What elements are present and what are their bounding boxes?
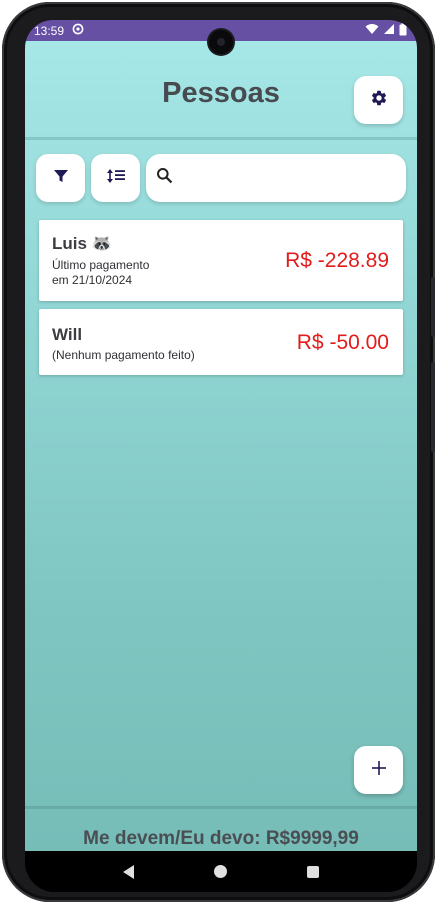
last-payment-info: (Nenhum pagamento feito): [52, 348, 195, 363]
filter-button[interactable]: [36, 154, 85, 202]
recents-icon[interactable]: [307, 865, 319, 878]
sort-button[interactable]: [91, 154, 140, 202]
app-content: Pessoas Luis 🦝 Último pagamento em 21/10…: [25, 41, 417, 851]
sort-icon: [106, 168, 126, 189]
front-camera: [209, 30, 233, 54]
no-payment-label: (Nenhum pagamento feito): [52, 348, 195, 362]
home-icon[interactable]: [214, 865, 227, 878]
last-payment-info: Último pagamento em 21/10/2024: [52, 258, 149, 288]
volume-button: [431, 362, 435, 452]
person-card[interactable]: Will (Nenhum pagamento feito) R$ -50.00: [39, 309, 403, 375]
navigation-bar: [25, 851, 417, 892]
sync-icon: [72, 23, 84, 38]
battery-icon: [399, 22, 407, 39]
back-icon[interactable]: [123, 864, 134, 879]
raccoon-emoji-icon: 🦝: [90, 234, 113, 253]
person-name-row: Luis 🦝: [52, 234, 112, 254]
signal-icon: [383, 23, 395, 38]
plus-icon: [371, 760, 386, 780]
person-name: Will: [52, 325, 83, 344]
person-balance: R$ -50.00: [296, 331, 389, 354]
settings-button[interactable]: [354, 76, 403, 124]
wifi-icon: [365, 23, 379, 38]
last-payment-date: em 21/10/2024: [52, 273, 133, 287]
search-icon: [156, 167, 173, 189]
screen: 13:59 Pessoas Luis 🦝 Último pagamento em…: [25, 20, 417, 892]
last-payment-label: Último pagamento: [52, 258, 150, 272]
add-person-button[interactable]: [354, 746, 403, 794]
person-card[interactable]: Luis 🦝 Último pagamento em 21/10/2024 R$…: [39, 220, 403, 301]
person-balance: R$ -228.89: [285, 249, 389, 272]
power-button: [431, 277, 435, 337]
filter-icon: [53, 168, 69, 189]
search-input[interactable]: [181, 169, 401, 187]
phone-frame: 13:59 Pessoas Luis 🦝 Último pagamento em…: [2, 2, 435, 902]
header-divider: [25, 137, 417, 140]
footer-divider: [25, 806, 417, 809]
status-time: 13:59: [34, 23, 65, 38]
person-name: Luis: [52, 234, 87, 253]
balance-summary: Me devem/Eu devo: R$9999,99: [83, 828, 359, 849]
search-box[interactable]: [146, 154, 406, 202]
gear-icon: [370, 89, 388, 112]
person-name-row: Will: [52, 325, 82, 345]
